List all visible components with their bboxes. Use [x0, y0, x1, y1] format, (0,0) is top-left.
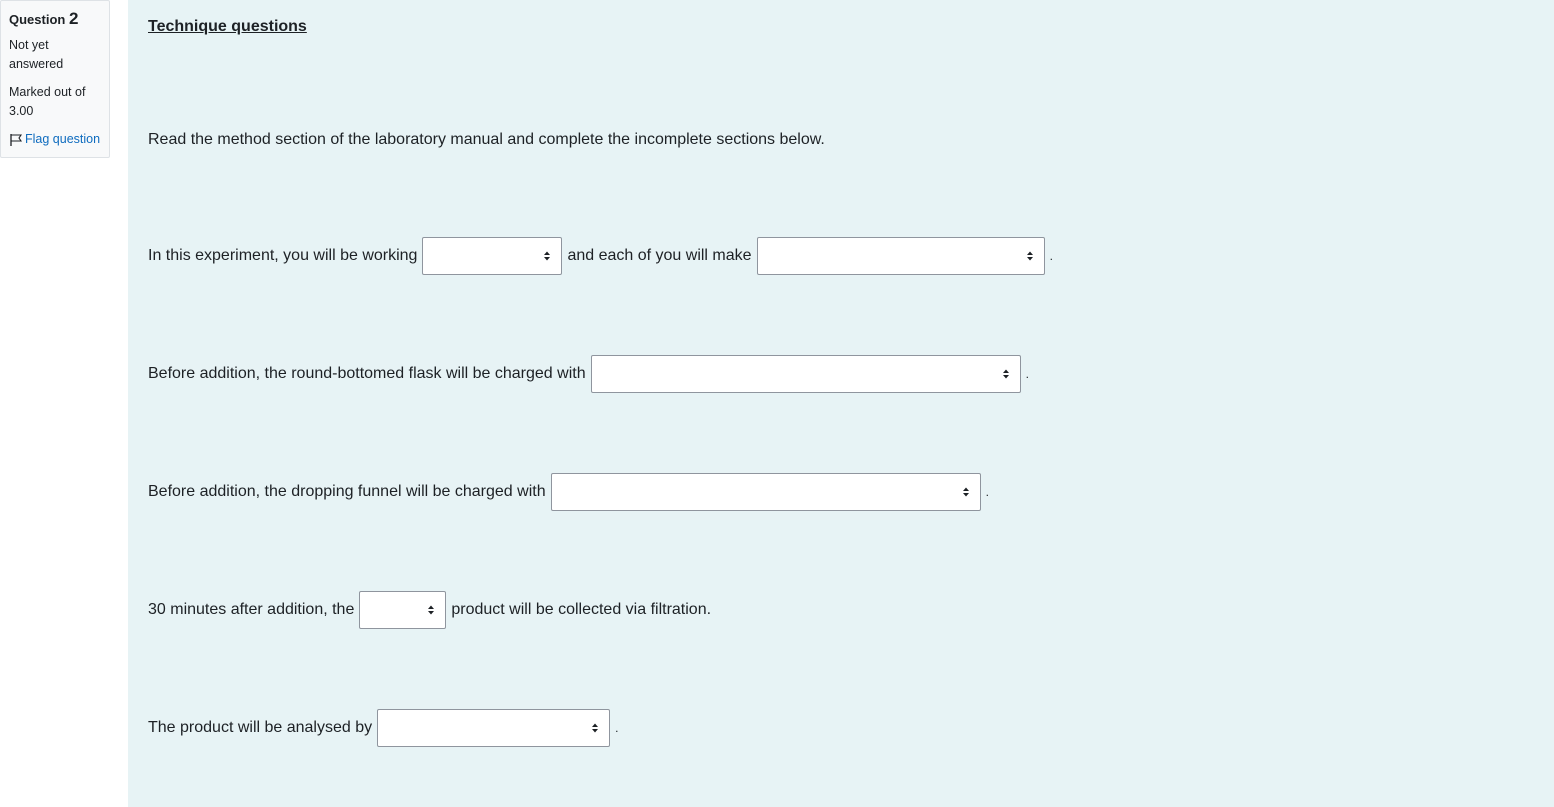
select-arrows-icon	[592, 723, 599, 733]
question-content: Technique questions Read the method sect…	[128, 0, 1554, 807]
flask-charge-select[interactable]	[590, 355, 1021, 393]
question-grade: Marked out of 3.00	[9, 85, 86, 118]
line-2-end: .	[1025, 367, 1029, 381]
product-amount-select[interactable]	[756, 237, 1045, 275]
line-4-text-b: product will be collected via filtration…	[451, 601, 712, 618]
question-state: Not yet answered	[9, 38, 64, 71]
select-arrows-icon	[962, 487, 969, 497]
question-label: Question	[9, 12, 66, 27]
working-mode-select[interactable]	[422, 237, 563, 275]
select-arrows-icon	[544, 251, 551, 261]
line-3-text: Before addition, the dropping funnel wil…	[148, 483, 546, 500]
question-line-3: Before addition, the dropping funnel wil…	[148, 473, 989, 511]
question-line-4: 30 minutes after addition, the product w…	[148, 591, 711, 629]
flag-question-link[interactable]: Flag question	[9, 130, 101, 149]
question-intro: Read the method section of the laborator…	[148, 131, 825, 148]
select-arrows-icon	[1002, 369, 1009, 379]
line-5-text: The product will be analysed by	[148, 719, 373, 736]
line-1-text-b: and each of you will make	[567, 247, 752, 264]
line-1-end: .	[1049, 249, 1053, 263]
question-info-panel: Question 2 Not yet answered Marked out o…	[0, 0, 110, 158]
question-number: 2	[68, 9, 79, 28]
question-line-2: Before addition, the round-bottomed flas…	[148, 355, 1029, 393]
question-title: Technique questions	[148, 18, 307, 35]
line-1-text-a: In this experiment, you will be working	[148, 247, 418, 264]
line-5-end: .	[615, 721, 619, 735]
product-state-select[interactable]	[359, 591, 447, 629]
select-arrows-icon	[1026, 251, 1033, 261]
question-line-5: The product will be analysed by .	[148, 709, 618, 747]
line-2-text: Before addition, the round-bottomed flas…	[148, 365, 586, 382]
funnel-charge-select[interactable]	[550, 473, 981, 511]
analysis-method-select[interactable]	[377, 709, 611, 747]
line-3-end: .	[985, 485, 989, 499]
select-arrows-icon	[428, 605, 435, 615]
flag-icon	[10, 133, 23, 146]
line-4-text-a: 30 minutes after addition, the	[148, 601, 355, 618]
flag-question-label: Flag question	[25, 132, 101, 146]
question-line-1: In this experiment, you will be working …	[148, 237, 1053, 275]
question-number-heading: Question 2	[9, 9, 101, 30]
